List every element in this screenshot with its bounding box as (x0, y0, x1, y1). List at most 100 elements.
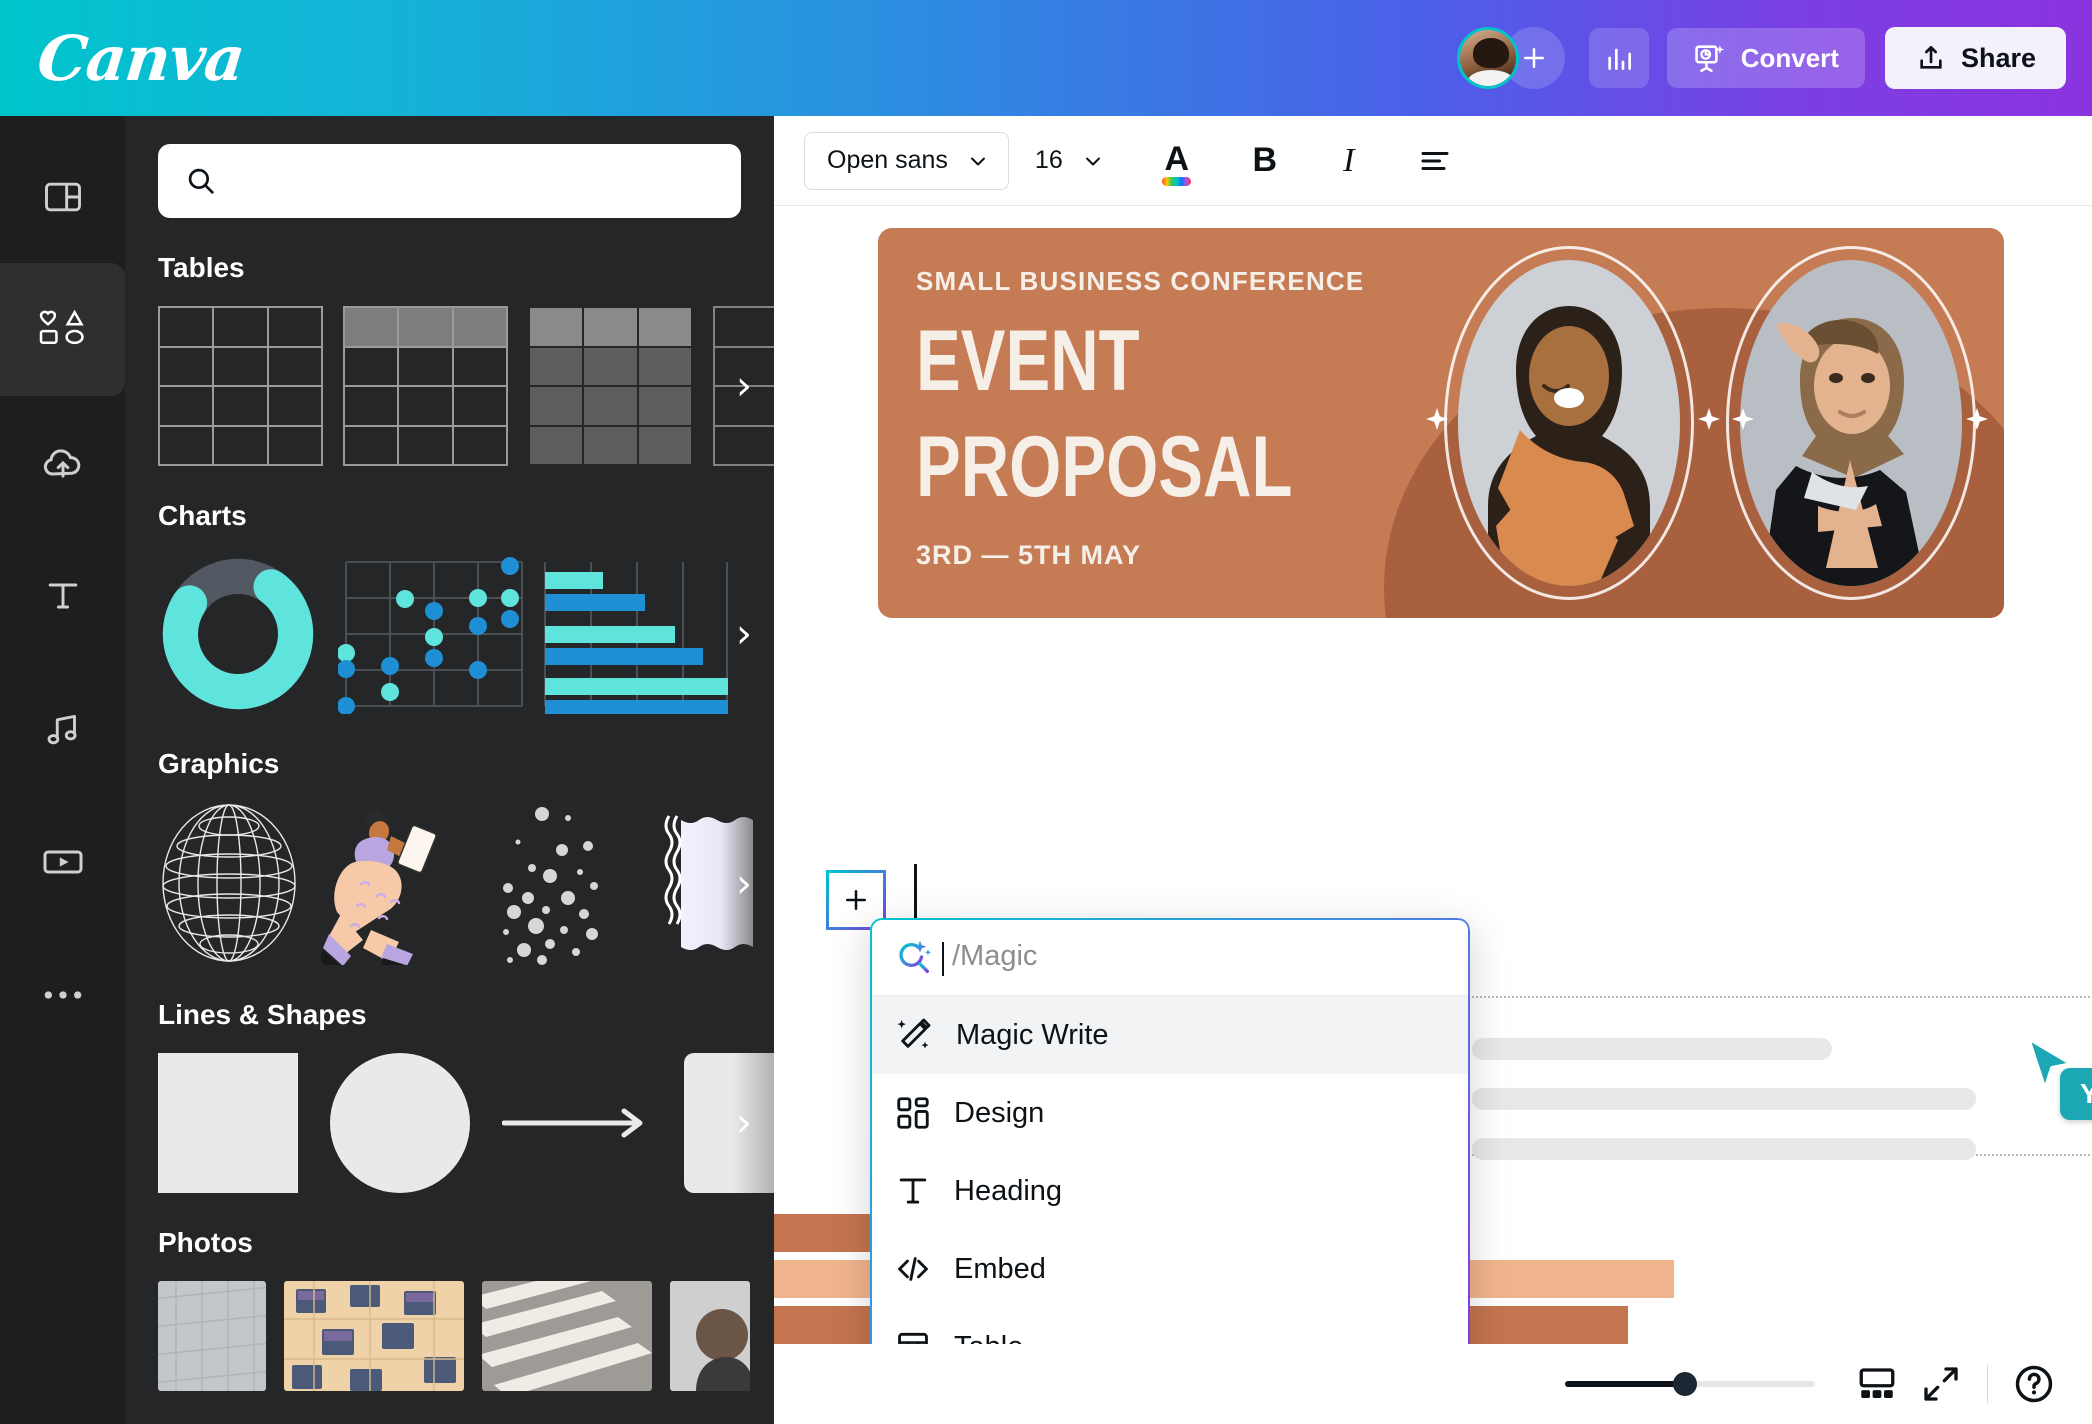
magic-search-row[interactable]: /Magic (870, 918, 1470, 996)
graphic-wireframe-sphere[interactable] (158, 802, 301, 965)
table-template-header[interactable] (342, 306, 509, 466)
photo-thumb[interactable] (482, 1281, 652, 1391)
banner-text-block: SMALL BUSINESS CONFERENCE EVENT PROPOSAL… (916, 266, 1399, 571)
graphic-person-illustration[interactable] (321, 802, 464, 965)
menu-item-magic-write[interactable]: Magic Write (870, 996, 1470, 1074)
graphics-row: › (158, 802, 774, 965)
section-photos: Photos (125, 1227, 774, 1391)
graphic-wavy-starburst[interactable] (647, 802, 774, 965)
magic-convert-icon (1694, 45, 1724, 73)
text-placeholder-block (1464, 996, 2092, 1160)
search-input[interactable] (234, 167, 715, 195)
portrait-smiling-woman (1458, 260, 1680, 586)
section-title-photos: Photos (158, 1227, 253, 1258)
convert-button[interactable]: Convert (1666, 28, 1865, 88)
shapes-icon (39, 309, 84, 344)
photo-building-facade (158, 1281, 266, 1391)
layout-icon (44, 182, 81, 211)
search-icon (188, 168, 214, 194)
sparkle-icon (1426, 408, 1448, 430)
fullscreen-button[interactable] (1909, 1352, 1973, 1416)
sidebar-item-uploads[interactable] (0, 396, 125, 529)
banner-title-line1: EVENT (916, 313, 1140, 409)
event-banner[interactable]: SMALL BUSINESS CONFERENCE EVENT PROPOSAL… (878, 228, 2004, 618)
bottom-bar-divider (1987, 1365, 1988, 1403)
ellipsis-icon (44, 990, 81, 999)
canva-editor-window: Canva Convert Share Tables › Charts › Gr… (0, 0, 2092, 1424)
charts-see-all-chevron[interactable]: › (736, 614, 752, 654)
font-size-select[interactable]: 16 (1009, 132, 1119, 190)
document-canvas[interactable]: SMALL BUSINESS CONFERENCE EVENT PROPOSAL… (774, 206, 2092, 1424)
section-title-graphics: Graphics (158, 748, 280, 779)
italic-button[interactable]: I (1317, 132, 1381, 190)
banner-photo-right[interactable] (1726, 246, 1976, 600)
banner-photo-left[interactable] (1444, 246, 1694, 600)
sparkle-icon (1966, 408, 1988, 430)
shape-circle[interactable] (330, 1053, 470, 1193)
menu-item-embed[interactable]: Embed (870, 1230, 1470, 1308)
sidebar-item-elements[interactable] (0, 263, 125, 396)
align-button[interactable] (1403, 132, 1467, 190)
shapes-see-all-chevron[interactable]: › (736, 1103, 752, 1143)
magic-search-placeholder: /Magic (941, 940, 1038, 976)
font-size-value: 16 (1034, 146, 1063, 174)
menu-item-design[interactable]: Design (870, 1074, 1470, 1152)
shape-arrow-line[interactable] (501, 1053, 652, 1193)
header-actions: Convert Share (1456, 27, 2066, 89)
sidebar-item-videos[interactable] (0, 795, 125, 928)
photo-thumb[interactable] (284, 1281, 464, 1391)
code-embed-icon (898, 1257, 928, 1281)
text-color-button[interactable]: A (1145, 132, 1209, 190)
magic-search-icon (899, 940, 931, 973)
skeleton-line (1472, 1138, 1976, 1160)
font-family-select[interactable]: Open sans (804, 131, 1009, 190)
shape-square[interactable] (158, 1053, 298, 1193)
chevron-down-icon (970, 157, 985, 165)
table-template-plain[interactable] (157, 306, 324, 466)
help-button[interactable] (2002, 1352, 2066, 1416)
plus-icon (846, 890, 866, 910)
sidebar-item-text[interactable] (0, 529, 125, 662)
avatar[interactable] (1456, 27, 1519, 89)
chart-template-bar[interactable] (543, 554, 728, 714)
section-tables: Tables › (125, 252, 774, 466)
menu-item-heading[interactable]: Heading (870, 1152, 1470, 1230)
share-button[interactable]: Share (1884, 27, 2066, 89)
zoom-slider[interactable] (1565, 1372, 1815, 1396)
tables-row: › (157, 306, 774, 466)
align-left-icon (1421, 151, 1449, 170)
zoom-slider-knob[interactable] (1673, 1372, 1697, 1396)
donut-chart-icon (162, 558, 314, 710)
photo-thumb[interactable] (158, 1281, 266, 1391)
menu-item-label: Heading (954, 1174, 1063, 1207)
bar-chart-icon (544, 562, 728, 714)
pages-view-button[interactable] (1845, 1352, 1909, 1416)
insights-button[interactable] (1588, 28, 1649, 88)
graphic-particles[interactable] (484, 802, 627, 965)
graphics-see-all-chevron[interactable]: › (736, 864, 752, 904)
chart-template-scatter[interactable] (337, 554, 523, 715)
section-charts: Charts › (125, 500, 774, 715)
tables-see-all-chevron[interactable]: › (736, 366, 752, 406)
sidebar-item-audio[interactable] (0, 662, 125, 795)
shape-rounded-rect[interactable] (684, 1053, 774, 1193)
photo-thumb[interactable] (670, 1281, 750, 1391)
text-cursor-caret (914, 864, 917, 920)
search-box[interactable] (158, 144, 741, 218)
wireframe-sphere-icon (162, 804, 296, 962)
help-question-icon (2015, 1365, 2053, 1403)
top-header-bar: Canva Convert Share (0, 0, 2092, 116)
magic-slash-menu[interactable]: /Magic Magic Write Design Heading Embed (870, 918, 1470, 1386)
photo-windows (284, 1281, 464, 1391)
text-format-toolbar: Open sans 16 A B I (774, 116, 2092, 206)
sidebar-item-design[interactable] (0, 130, 125, 263)
chart-template-donut[interactable] (158, 554, 318, 714)
bold-button[interactable]: B (1233, 132, 1297, 190)
sidebar-item-apps[interactable] (0, 928, 125, 1061)
table-template-filled[interactable] (527, 306, 694, 466)
wavy-starburst-icon (664, 815, 753, 950)
banner-kicker: SMALL BUSINESS CONFERENCE (916, 266, 1365, 296)
canva-logo[interactable]: Canva (34, 22, 247, 95)
scatter-chart-icon (337, 557, 523, 715)
shapes-row: › (158, 1053, 774, 1193)
